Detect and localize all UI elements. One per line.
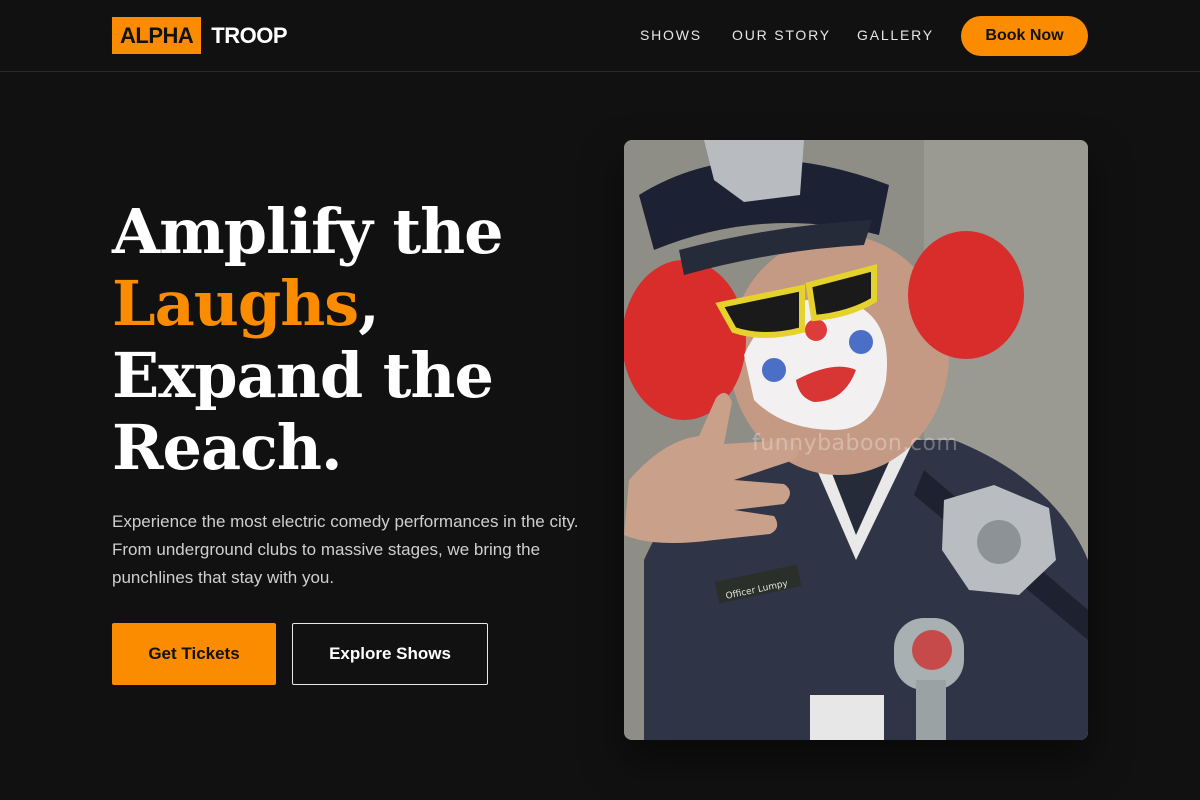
image-watermark: funnybaboon.com — [752, 431, 958, 456]
nav-link-gallery[interactable]: GALLERY — [857, 26, 934, 44]
headline-line-4: Reach. — [112, 411, 343, 484]
headline-line-1: Amplify the — [112, 195, 504, 268]
get-tickets-button[interactable]: Get Tickets — [112, 623, 276, 685]
top-navigation-bar: ALPHA TROOP SHOWS OUR STORY GALLERY Book… — [0, 0, 1200, 72]
clown-officer-illustration: Officer Lumpy funnybaboon.com — [624, 140, 1088, 740]
book-now-button[interactable]: Book Now — [961, 16, 1088, 56]
headline-comma: , — [358, 267, 380, 340]
explore-shows-button[interactable]: Explore Shows — [292, 623, 488, 685]
logo-text: TROOP — [211, 22, 288, 48]
hero-headline: Amplify the Laughs, Expand the Reach. — [112, 196, 572, 484]
hero-image-clown-officer: Officer Lumpy funnybaboon.com — [624, 140, 1088, 740]
brand-logo[interactable]: ALPHA TROOP — [112, 17, 288, 54]
logo-highlight-box: ALPHA — [112, 17, 202, 54]
nav-link-our-story[interactable]: OUR STORY — [732, 26, 831, 44]
headline-accent-word: Laughs — [112, 267, 359, 340]
headline-line-3: Expand the — [112, 339, 494, 412]
hero-description: Experience the most electric comedy perf… — [112, 512, 579, 587]
nav-link-shows[interactable]: SHOWS — [640, 26, 702, 44]
